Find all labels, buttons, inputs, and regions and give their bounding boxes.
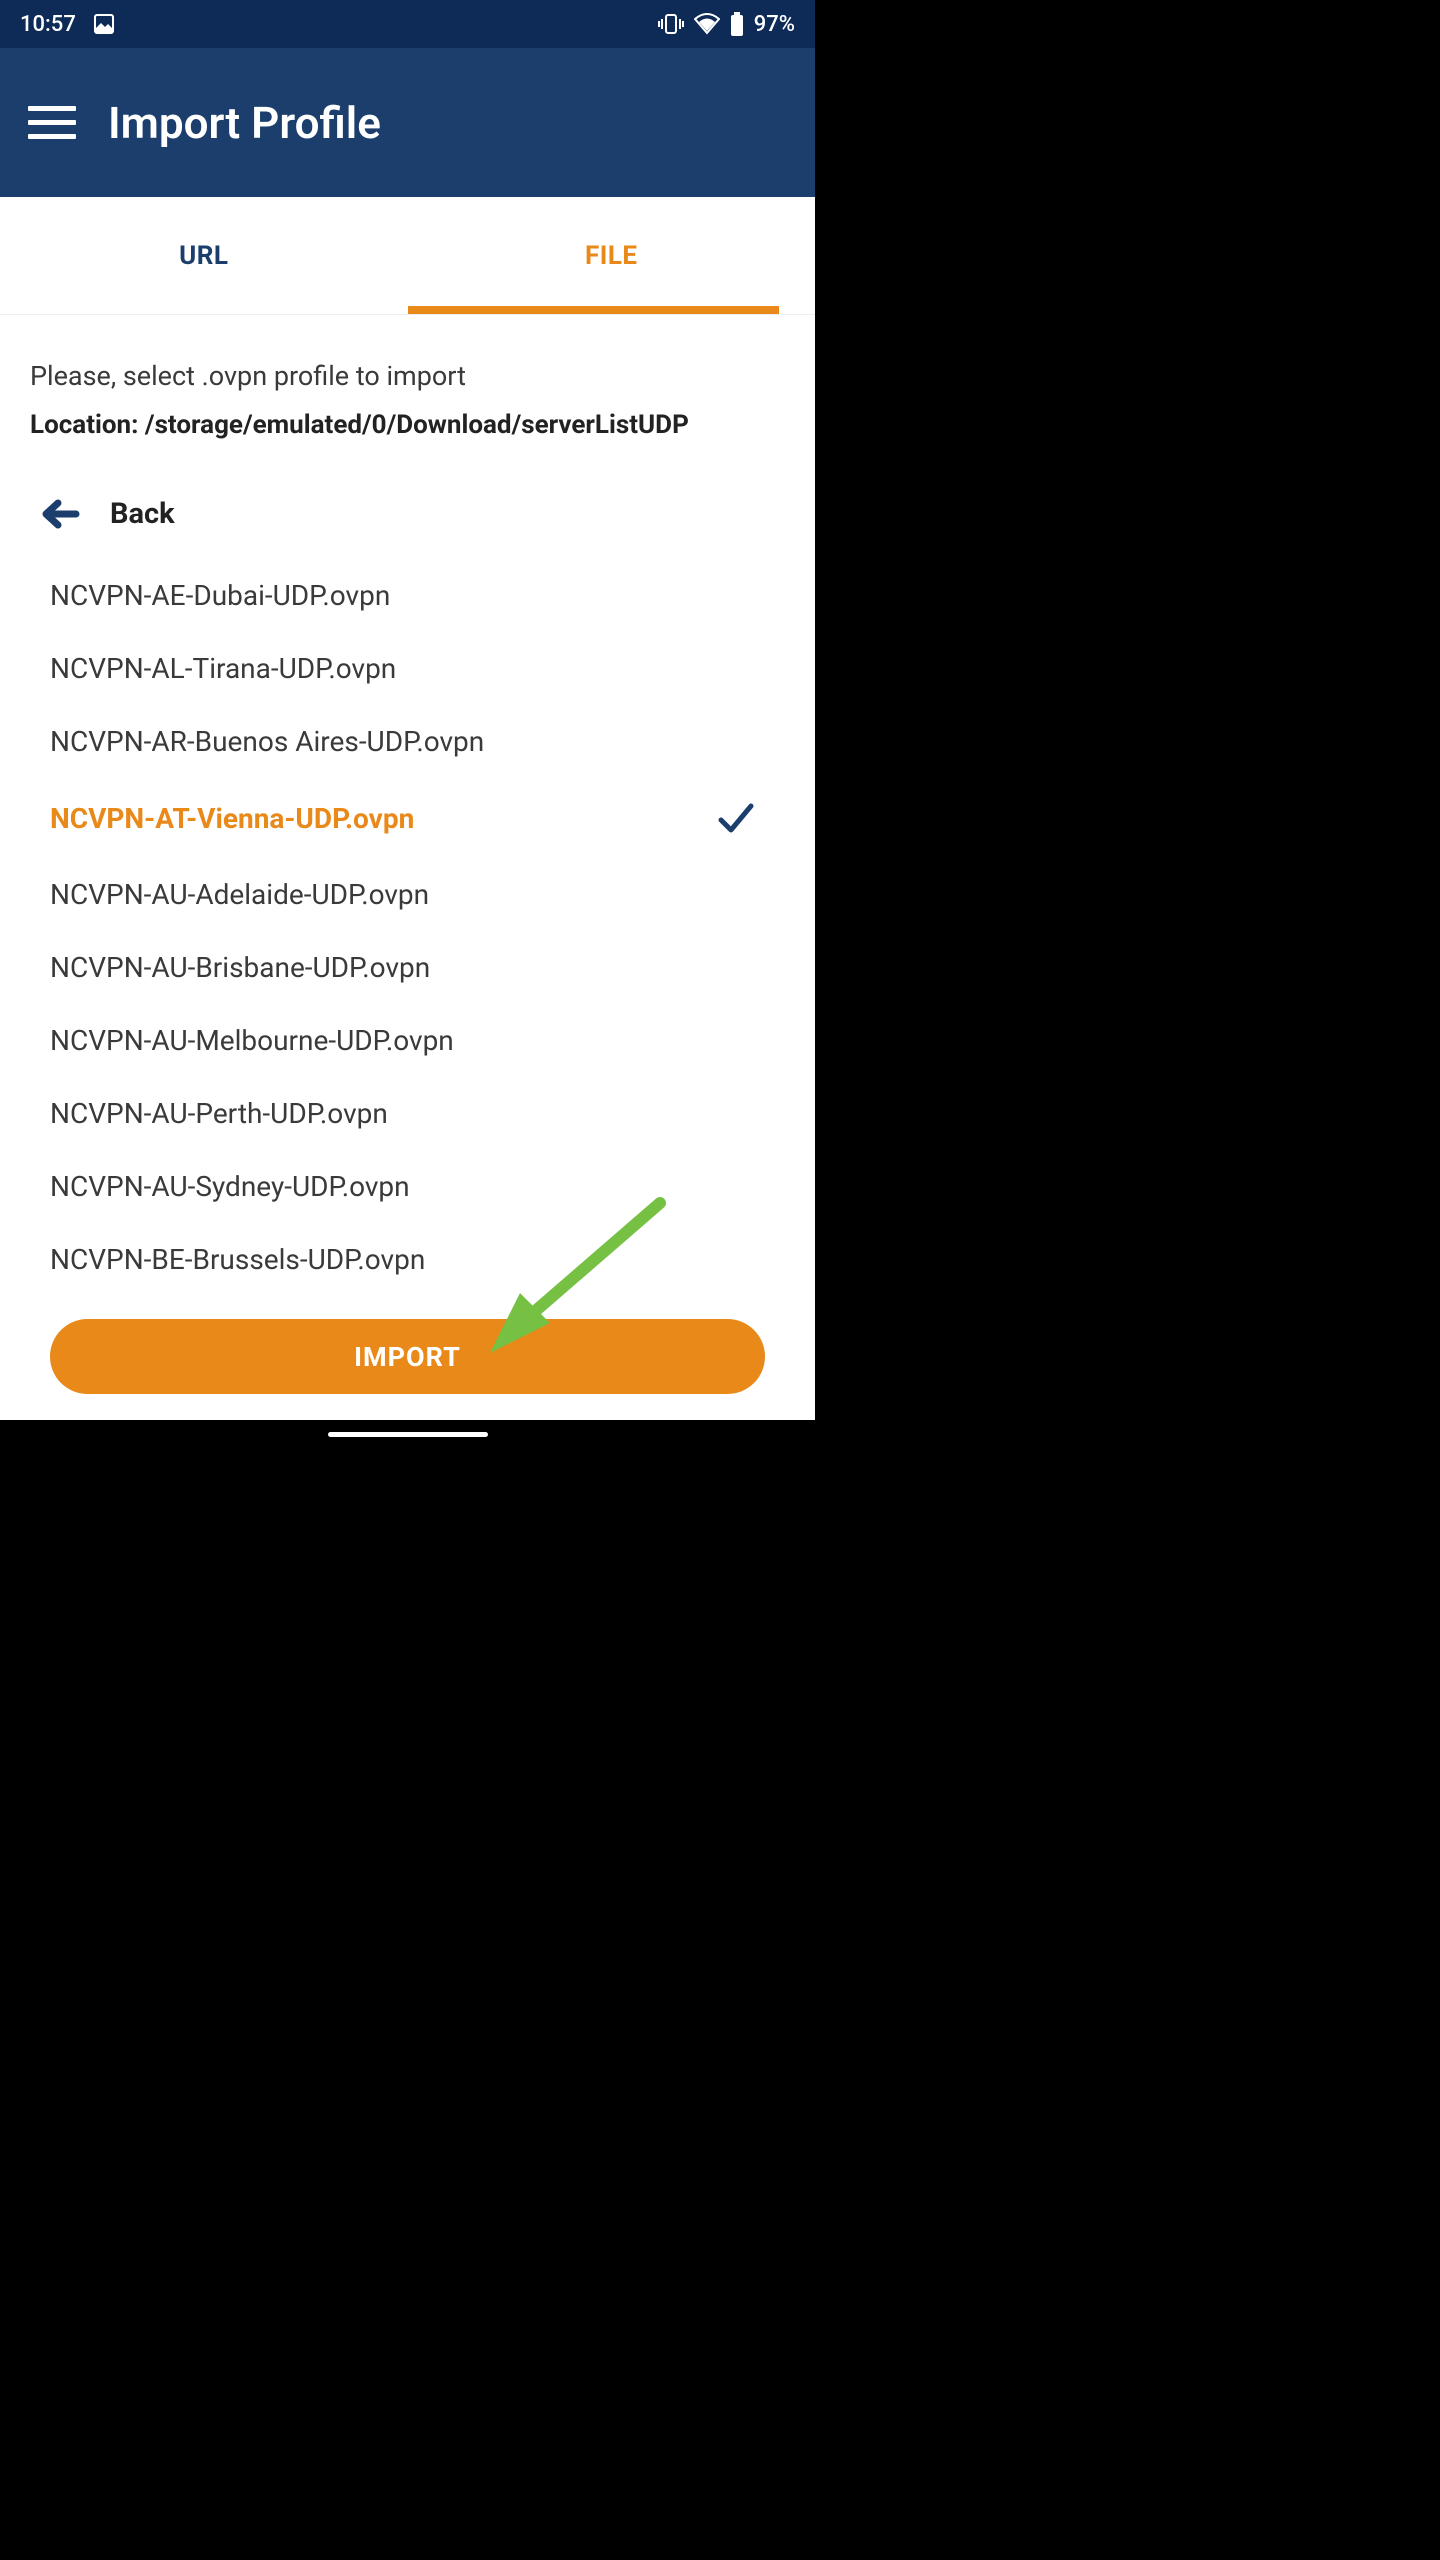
battery-icon: [730, 12, 744, 36]
arrow-left-icon: [38, 493, 80, 535]
status-time: 10:57: [20, 12, 76, 37]
content: Please, select .ovpn profile to import L…: [0, 315, 815, 1296]
battery-percent: 97%: [754, 12, 795, 37]
file-item[interactable]: NCVPN-AT-Vienna-UDP.ovpn: [30, 778, 785, 858]
status-left: 10:57: [20, 12, 116, 37]
file-item[interactable]: NCVPN-AL-Tirana-UDP.ovpn: [30, 632, 785, 705]
file-name: NCVPN-AR-Buenos Aires-UDP.ovpn: [50, 725, 484, 758]
app-bar: Import Profile: [0, 48, 815, 197]
file-name: NCVPN-AU-Adelaide-UDP.ovpn: [50, 878, 429, 911]
status-right: 97%: [658, 12, 795, 37]
file-name: NCVPN-AL-Tirana-UDP.ovpn: [50, 652, 396, 685]
tabs: URL FILE: [0, 197, 815, 315]
page-title: Import Profile: [108, 97, 381, 149]
file-item[interactable]: NCVPN-AU-Perth-UDP.ovpn: [30, 1077, 785, 1150]
file-item[interactable]: NCVPN-AU-Sydney-UDP.ovpn: [30, 1150, 785, 1223]
file-name: NCVPN-AU-Melbourne-UDP.ovpn: [50, 1024, 454, 1057]
file-item[interactable]: NCVPN-AU-Adelaide-UDP.ovpn: [30, 858, 785, 931]
file-name: NCVPN-AU-Brisbane-UDP.ovpn: [50, 951, 430, 984]
file-name: NCVPN-AU-Perth-UDP.ovpn: [50, 1097, 388, 1130]
file-name: NCVPN-AT-Vienna-UDP.ovpn: [50, 802, 414, 835]
tab-file[interactable]: FILE: [408, 197, 816, 314]
file-item[interactable]: NCVPN-AU-Melbourne-UDP.ovpn: [30, 1004, 785, 1077]
file-name: NCVPN-BE-Brussels-UDP.ovpn: [50, 1243, 425, 1276]
screen: 10:57 97% Import Profile URL FILE Please…: [0, 0, 815, 1448]
instruction-text: Please, select .ovpn profile to import: [30, 360, 785, 392]
location-text: Location: /storage/emulated/0/Download/s…: [30, 410, 785, 440]
tab-url[interactable]: URL: [0, 197, 408, 314]
menu-button[interactable]: [28, 99, 76, 147]
import-button[interactable]: IMPORT: [50, 1319, 765, 1394]
file-name: NCVPN-AU-Sydney-UDP.ovpn: [50, 1170, 410, 1203]
file-item[interactable]: NCVPN-BE-Brussels-UDP.ovpn: [30, 1223, 785, 1296]
file-item[interactable]: NCVPN-AU-Brisbane-UDP.ovpn: [30, 931, 785, 1004]
wifi-icon: [694, 13, 720, 35]
file-item[interactable]: NCVPN-AR-Buenos Aires-UDP.ovpn: [30, 705, 785, 778]
status-bar: 10:57 97%: [0, 0, 815, 48]
picture-icon: [92, 12, 116, 36]
file-item[interactable]: NCVPN-AE-Dubai-UDP.ovpn: [30, 559, 785, 632]
file-list: NCVPN-AE-Dubai-UDP.ovpn NCVPN-AL-Tirana-U…: [30, 559, 785, 1296]
back-label: Back: [110, 497, 175, 531]
nav-handle[interactable]: [328, 1432, 488, 1437]
back-button[interactable]: Back: [30, 485, 785, 559]
file-name: NCVPN-AE-Dubai-UDP.ovpn: [50, 579, 390, 612]
vibrate-icon: [658, 13, 684, 35]
check-icon: [715, 798, 755, 838]
system-navbar: [0, 1420, 815, 1448]
